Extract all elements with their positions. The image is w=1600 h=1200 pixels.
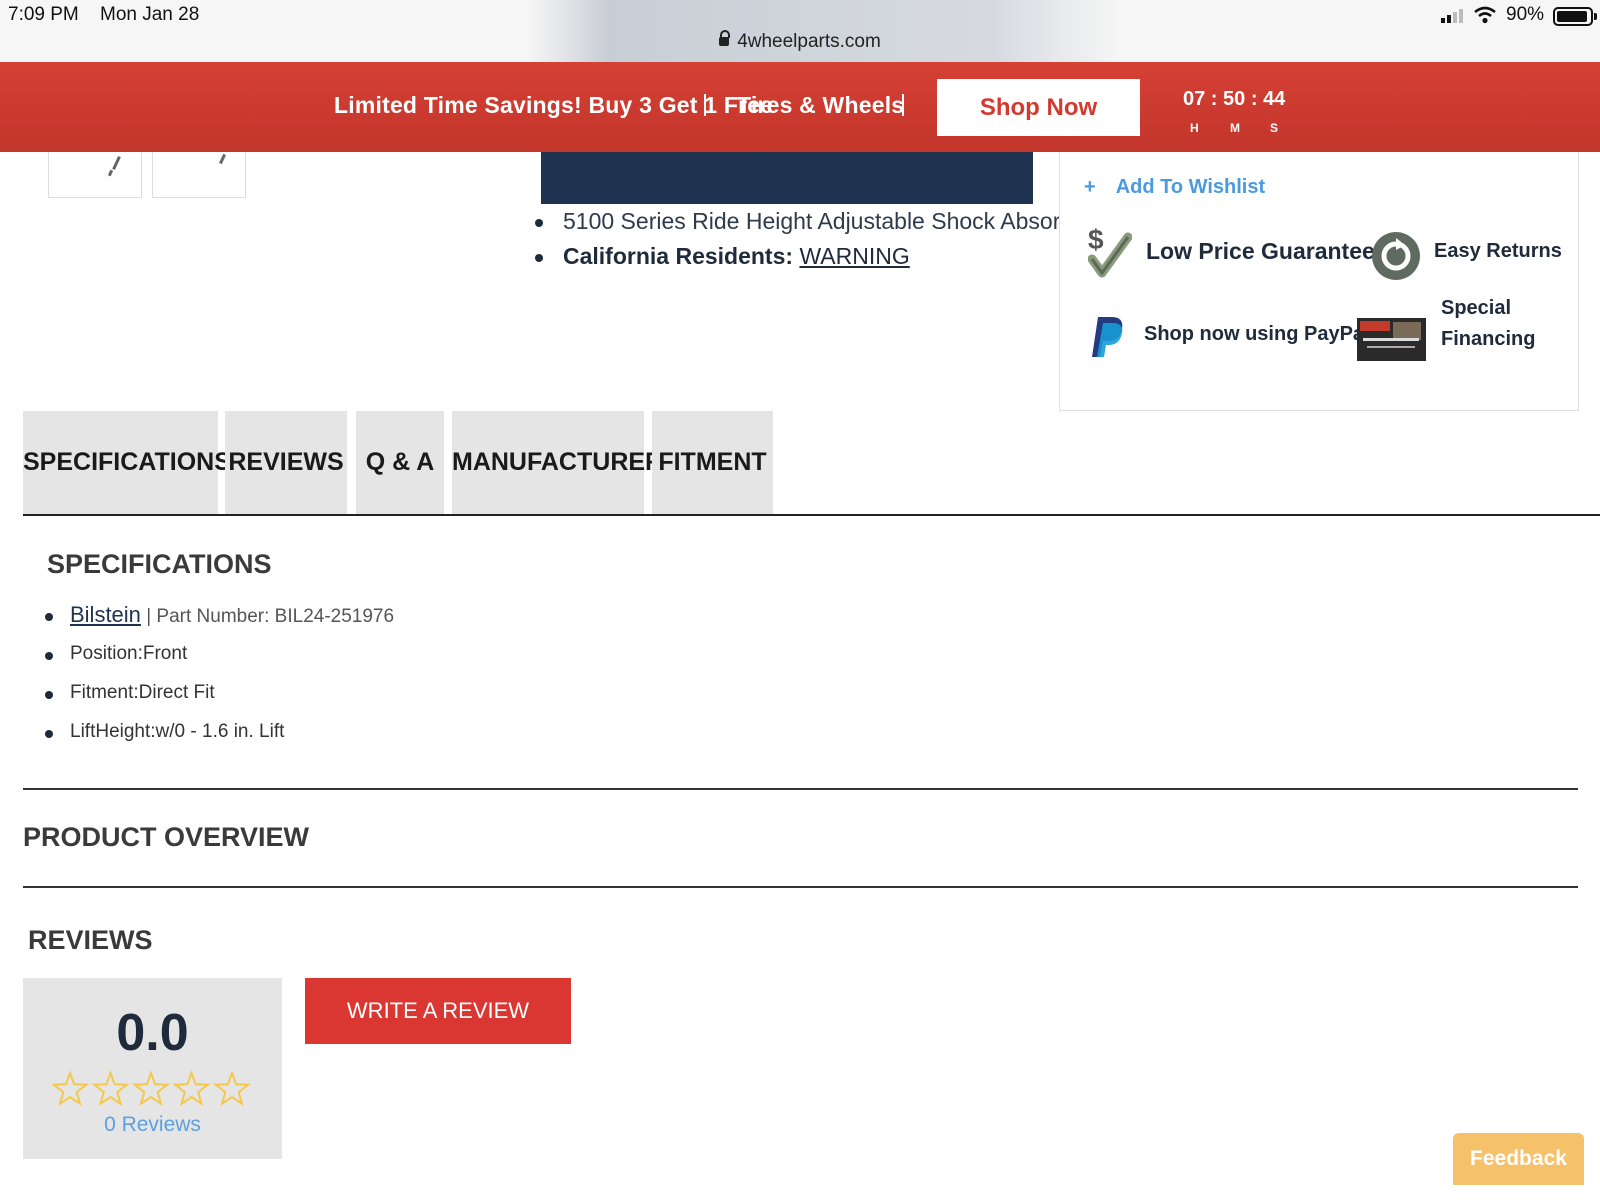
part-number: | Part Number: BIL24-251976 [146, 606, 395, 627]
status-date: Mon Jan 28 [100, 4, 200, 25]
tab-fitment[interactable]: FITMENT [652, 411, 773, 514]
lock-icon [719, 30, 731, 46]
tab-qa[interactable]: Q & A [356, 411, 444, 514]
write-review-button[interactable]: WRITE A REVIEW [305, 978, 571, 1044]
feature-text: 5100 Series Ride Height Adjustable Shock… [563, 208, 1094, 234]
countdown-timer: 07 : 50 : 44 [1183, 88, 1286, 110]
url-text: 4wheelparts.com [737, 31, 881, 52]
low-price-guarantee-label[interactable]: Low Price Guarantee [1146, 238, 1375, 265]
tab-specifications[interactable]: SPECIFICATIONS [23, 411, 231, 514]
star-rating [52, 1070, 251, 1107]
feature-item: California Residents: WARNING [535, 241, 1094, 276]
address-bar[interactable]: 4wheelparts.com [0, 30, 1600, 53]
promo-category-link[interactable]: Tires & Wheels [737, 92, 904, 119]
dollar-check-icon: $ [1088, 225, 1132, 278]
add-to-cart-area[interactable] [541, 152, 1033, 204]
product-thumbnail[interactable] [48, 152, 142, 198]
paypal-label[interactable]: Shop now using PayPal [1144, 323, 1370, 346]
spec-item: Position:Front [45, 637, 394, 676]
spec-item: Bilstein | Part Number: BIL24-251976 [45, 598, 394, 637]
section-divider [23, 886, 1578, 888]
tab-manufacturer[interactable]: MANUFACTURER [452, 411, 663, 514]
star-icon [213, 1070, 251, 1107]
divider [902, 94, 904, 116]
star-icon [172, 1070, 211, 1107]
promo-text[interactable]: Limited Time Savings! Buy 3 Get 1 Free [334, 92, 773, 119]
timer-unit-h: H [1190, 121, 1199, 135]
paypal-icon [1092, 317, 1123, 357]
status-time: 7:09 PM [8, 4, 79, 25]
tab-reviews[interactable]: REVIEWS [225, 411, 347, 514]
feature-item: 5100 Series Ride Height Adjustable Shock… [535, 206, 1094, 241]
signal-icon [1441, 9, 1463, 23]
spec-fitment: Fitment:Direct Fit [70, 682, 215, 703]
feedback-button[interactable]: Feedback [1453, 1133, 1584, 1185]
star-icon [132, 1070, 170, 1107]
returns-icon [1372, 232, 1420, 280]
battery-icon [1553, 7, 1597, 26]
plus-icon: + [1084, 176, 1096, 198]
add-to-wishlist-link[interactable]: + Add To Wishlist [1084, 176, 1265, 199]
warning-link[interactable]: WARNING [799, 243, 909, 269]
review-count-link[interactable]: 0 Reviews [23, 1113, 282, 1137]
brand-link[interactable]: Bilstein [70, 602, 141, 627]
star-icon [91, 1070, 130, 1107]
section-divider [23, 788, 1578, 790]
reviews-heading: REVIEWS [28, 925, 153, 955]
timer-unit-s: S [1270, 121, 1279, 135]
timer-hours: 07 [1183, 88, 1206, 110]
timer-unit-m: M [1230, 121, 1240, 135]
star-icon [52, 1070, 89, 1107]
wifi-icon [1474, 6, 1496, 24]
shop-now-button[interactable]: Shop Now [937, 79, 1140, 136]
california-label: California Residents: [563, 243, 794, 269]
spec-position: Position:Front [70, 643, 188, 664]
specifications-list: Bilstein | Part Number: BIL24-251976 Pos… [45, 598, 394, 754]
spec-lift-height: LiftHeight:w/0 - 1.6 in. Lift [70, 721, 285, 742]
specifications-heading: SPECIFICATIONS [47, 549, 272, 579]
credit-card-icon [1357, 318, 1426, 361]
spec-item: Fitment:Direct Fit [45, 676, 394, 715]
promo-banner: Limited Time Savings! Buy 3 Get 1 Free T… [0, 62, 1600, 152]
spec-item: LiftHeight:w/0 - 1.6 in. Lift [45, 715, 394, 754]
timer-units: HMS [1190, 121, 1310, 135]
average-rating: 0.0 [116, 1004, 189, 1062]
status-bar: 7:09 PM Mon Jan 28 4wheelparts.com 90% [0, 0, 1600, 63]
timer-seconds: 44 [1263, 88, 1286, 110]
svg-text:$: $ [1088, 225, 1104, 255]
wishlist-label: Add To Wishlist [1115, 176, 1266, 198]
feature-list: 5100 Series Ride Height Adjustable Shock… [535, 206, 1094, 276]
divider [704, 94, 706, 116]
rating-summary: 0.0 0 Reviews [23, 978, 282, 1159]
easy-returns-label[interactable]: Easy Returns [1434, 240, 1562, 263]
special-financing-label[interactable]: Special Financing [1441, 293, 1535, 355]
product-thumbnail[interactable] [152, 152, 246, 198]
timer-minutes: 50 [1223, 88, 1246, 110]
tab-underline [23, 514, 1600, 516]
battery-percent: 90% [1506, 4, 1545, 25]
product-overview-heading[interactable]: PRODUCT OVERVIEW [23, 822, 309, 853]
